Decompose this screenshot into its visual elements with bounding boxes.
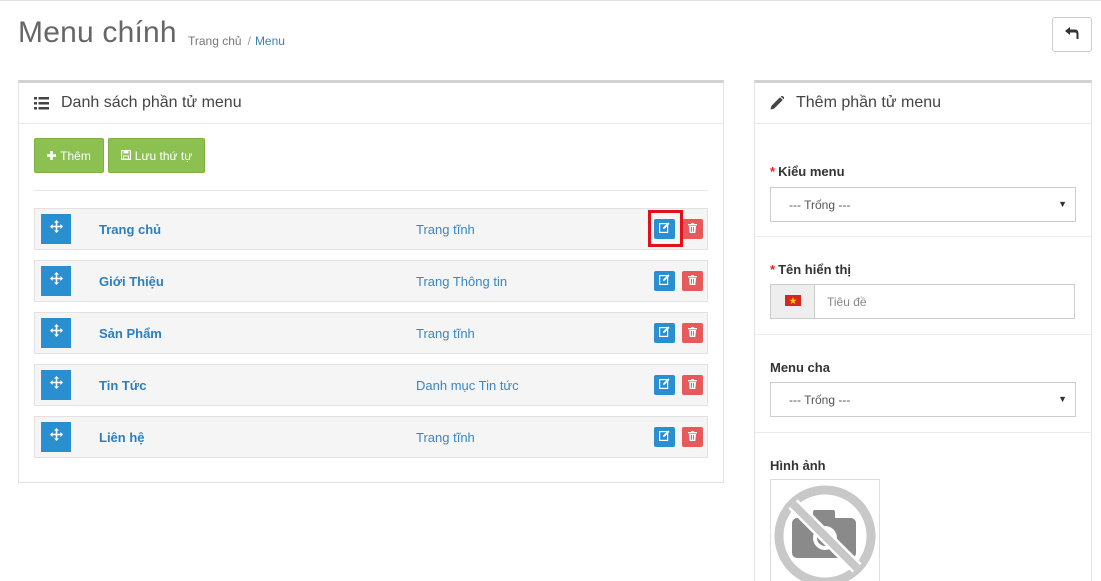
menu-type-select[interactable]: --- Trống --- ▼ (770, 187, 1076, 222)
arrows-move-icon (49, 428, 63, 446)
back-button[interactable] (1052, 17, 1092, 52)
undo-icon (1065, 26, 1079, 44)
drag-handle[interactable] (41, 318, 71, 348)
arrows-move-icon (49, 324, 63, 342)
breadcrumb-separator: / (247, 34, 251, 48)
save-order-button[interactable]: Lưu thứ tự (108, 138, 205, 173)
trash-icon (688, 376, 697, 394)
trash-icon (688, 324, 697, 342)
menu-item-row[interactable]: Liên hệ Trang tĩnh (34, 416, 708, 458)
add-button[interactable]: Thêm (34, 138, 104, 173)
menu-type-label: * Kiểu menu (770, 164, 845, 179)
trash-icon (688, 272, 697, 290)
breadcrumb-home[interactable]: Trang chủ (188, 34, 242, 48)
menu-item-name[interactable]: Liên hệ (99, 430, 145, 445)
list-icon (34, 96, 49, 110)
display-name-input[interactable] (815, 285, 1074, 318)
menu-item-type: Trang tĩnh (416, 326, 475, 341)
menu-item-type: Trang tĩnh (416, 430, 475, 445)
page-title: Menu chính (18, 16, 177, 49)
drag-handle[interactable] (41, 266, 71, 296)
add-menu-item-panel-header: Thêm phần tử menu (755, 83, 1091, 124)
breadcrumb-current[interactable]: Menu (255, 34, 285, 48)
trash-icon (688, 428, 697, 446)
add-button-label: Thêm (60, 148, 91, 163)
menu-item-name[interactable]: Tin Tức (99, 378, 146, 393)
pencil-icon (770, 96, 784, 110)
menu-item-row[interactable]: Tin Tức Danh mục Tin tức (34, 364, 708, 406)
menu-item-list: Trang chủ Trang tĩnh Giới Thiệu Trang Th… (34, 208, 708, 468)
menu-item-type: Trang Thông tin (416, 274, 508, 289)
menu-type-section: * Kiểu menu --- Trống --- ▼ (755, 125, 1091, 237)
chevron-down-icon: ▼ (1058, 394, 1067, 404)
menu-type-select-value: --- Trống --- (789, 197, 851, 212)
edit-button[interactable] (654, 323, 675, 343)
image-label: Hình ảnh (770, 458, 826, 473)
menu-items-panel-header: Danh sách phần tử menu (19, 83, 723, 124)
edit-button[interactable] (654, 427, 675, 447)
edit-icon (659, 428, 670, 446)
add-menu-item-panel: Thêm phần tử menu * Kiểu menu --- Trống -… (754, 80, 1092, 581)
parent-menu-select-value: --- Trống --- (789, 392, 851, 407)
arrows-move-icon (49, 220, 63, 238)
edit-button[interactable] (654, 219, 675, 239)
required-mark: * (770, 164, 776, 179)
drag-handle[interactable] (41, 214, 71, 244)
menu-item-type: Danh mục Tin tức (416, 378, 519, 393)
parent-menu-select[interactable]: --- Trống --- ▼ (770, 382, 1076, 417)
menu-item-name[interactable]: Trang chủ (99, 222, 161, 237)
edit-icon (659, 324, 670, 342)
trash-icon (688, 220, 697, 238)
edit-icon (659, 272, 670, 290)
delete-button[interactable] (682, 271, 703, 291)
top-border (0, 0, 1101, 1)
edit-icon (659, 376, 670, 394)
delete-button[interactable] (682, 219, 703, 239)
breadcrumb: Trang chủ / Menu (188, 34, 285, 48)
menu-item-type: Trang tĩnh (416, 222, 475, 237)
menu-type-label-text: Kiểu menu (778, 164, 845, 179)
arrows-move-icon (49, 376, 63, 394)
chevron-down-icon: ▼ (1058, 199, 1067, 209)
edit-button[interactable] (654, 271, 675, 291)
language-flag-addon (771, 285, 815, 318)
image-upload-box[interactable] (770, 479, 880, 581)
save-order-button-label: Lưu thứ tự (134, 148, 193, 163)
parent-menu-label: Menu cha (770, 360, 830, 375)
menu-items-panel: Danh sách phần tử menu Thêm Lưu thứ tự T… (18, 80, 724, 483)
arrows-move-icon (49, 272, 63, 290)
drag-handle[interactable] (41, 422, 71, 452)
vietnam-flag-icon (784, 293, 801, 311)
required-mark: * (770, 262, 776, 277)
menu-items-panel-title: Danh sách phần tử menu (61, 94, 242, 111)
menu-item-row[interactable]: Trang chủ Trang tĩnh (34, 208, 708, 250)
display-name-label-text: Tên hiển thị (778, 262, 852, 277)
plus-icon (47, 149, 57, 163)
display-name-input-group (770, 284, 1075, 319)
menu-item-name[interactable]: Giới Thiệu (99, 274, 164, 289)
parent-menu-section: Menu cha --- Trống --- ▼ (755, 335, 1091, 433)
menu-item-name[interactable]: Sản Phẩm (99, 326, 162, 341)
drag-handle[interactable] (41, 370, 71, 400)
menu-item-row[interactable]: Sản Phẩm Trang tĩnh (34, 312, 708, 354)
edit-button[interactable] (654, 375, 675, 395)
delete-button[interactable] (682, 323, 703, 343)
delete-button[interactable] (682, 375, 703, 395)
edit-icon (659, 220, 670, 238)
floppy-disk-icon (120, 149, 131, 163)
divider (34, 190, 708, 191)
display-name-label: * Tên hiển thị (770, 262, 851, 277)
menu-item-row[interactable]: Giới Thiệu Trang Thông tin (34, 260, 708, 302)
add-menu-item-panel-title: Thêm phần tử menu (796, 94, 942, 111)
delete-button[interactable] (682, 427, 703, 447)
display-name-section: * Tên hiển thị (755, 237, 1091, 335)
